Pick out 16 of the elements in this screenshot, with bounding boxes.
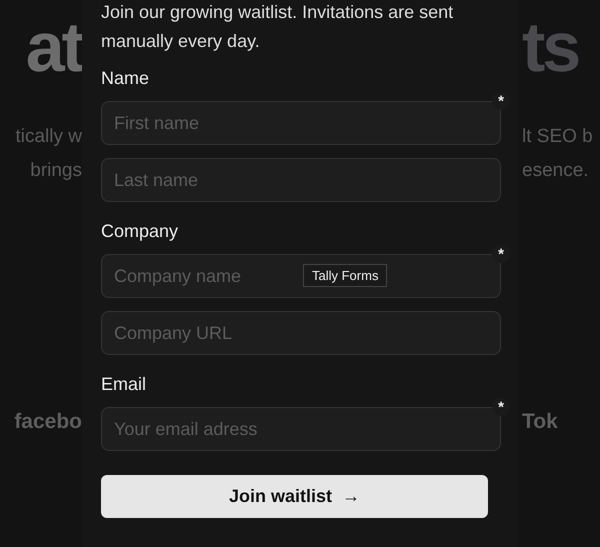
intro-text: Join our growing waitlist. Invitations are sent manually every day. <box>101 1 454 53</box>
tooltip: Tally Forms <box>303 264 388 287</box>
background-headline: at <box>26 12 82 82</box>
field-label: Company <box>101 221 180 242</box>
required-mark: * <box>492 245 510 263</box>
field-label: Email <box>101 374 148 395</box>
background-text: esence. <box>522 159 590 183</box>
required-mark: * <box>492 92 510 110</box>
logo-text: facebo <box>14 410 82 434</box>
background-text: lt SEO b <box>522 125 593 149</box>
background-text: brings <box>30 159 82 183</box>
background-headline: ts <box>522 12 578 82</box>
required-mark: * <box>492 398 510 416</box>
logo-text: Tok <box>522 410 558 434</box>
field-label: Name <box>101 68 150 89</box>
background-text: tically w <box>15 125 82 149</box>
